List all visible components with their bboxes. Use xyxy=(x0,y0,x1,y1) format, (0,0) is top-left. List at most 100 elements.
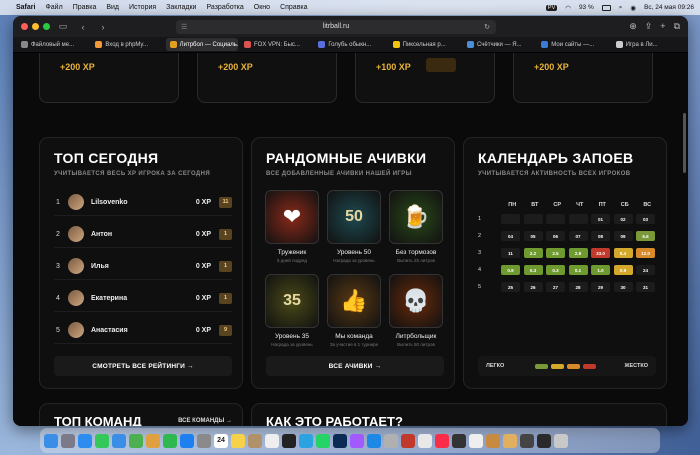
minimize-window-button[interactable] xyxy=(32,23,39,30)
calendar-day-cell[interactable]: 2.2 xyxy=(523,248,543,258)
calendar-day-cell[interactable]: 2.5 xyxy=(546,248,565,258)
calendar-day-cell[interactable]: 29 xyxy=(591,282,610,292)
contacts-icon[interactable] xyxy=(248,433,262,448)
all-teams-link[interactable]: ВСЕ КОМАНДЫ → xyxy=(178,418,232,424)
photoshop-icon[interactable] xyxy=(333,433,347,448)
facetime-icon[interactable] xyxy=(163,433,177,448)
menu-item-view[interactable]: Вид xyxy=(106,4,119,11)
reminders-icon[interactable] xyxy=(265,433,279,448)
menu-item-history[interactable]: История xyxy=(129,4,156,11)
calendar-day-cell[interactable] xyxy=(546,214,565,224)
menu-item-file[interactable]: Файл xyxy=(45,4,62,11)
reload-icon[interactable]: ↻ xyxy=(484,23,490,31)
achievement-card[interactable]: 35 Уровень 35 Награда за уровень xyxy=(264,274,320,347)
browser-tab[interactable]: Голубь обыкн... xyxy=(314,38,386,51)
browser-tab[interactable]: Счётчики — Я... xyxy=(463,38,535,51)
battery-percent[interactable]: 93 % xyxy=(579,4,594,11)
calendar-day-cell[interactable]: 27 xyxy=(546,282,565,292)
trash-icon[interactable] xyxy=(554,433,568,448)
browser-tab[interactable]: Вход в phpMy... xyxy=(91,38,163,51)
ranking-row[interactable]: 3 Илья 0 XP 1 xyxy=(54,253,232,280)
address-bar[interactable]: ☰ litrball.ru ↻ xyxy=(176,19,496,34)
tab-overview-icon[interactable]: ⧉ xyxy=(674,21,680,32)
safari-icon[interactable] xyxy=(78,433,92,448)
menu-item-help[interactable]: Справка xyxy=(280,4,307,11)
appstore-icon[interactable] xyxy=(180,433,194,448)
menu-item-bookmarks[interactable]: Закладки xyxy=(166,4,196,11)
calendar-day-cell[interactable]: 0.3 xyxy=(546,265,565,275)
calendar-day-cell[interactable]: 08 xyxy=(591,231,610,241)
launchpad-icon[interactable] xyxy=(61,433,75,448)
remote-icon[interactable] xyxy=(384,433,398,448)
calendar-day-cell[interactable]: 31 xyxy=(636,282,655,292)
xp-card[interactable]: +100 XP xyxy=(355,53,495,103)
calendar-day-cell[interactable]: 04 xyxy=(501,231,520,241)
scrollbar-thumb[interactable] xyxy=(683,113,686,173)
vscode-icon[interactable] xyxy=(367,433,381,448)
calendar-day-cell[interactable]: 06 xyxy=(546,231,565,241)
mail-icon[interactable] xyxy=(112,433,126,448)
achievement-card[interactable]: 💀 Литрбольщик Выпить 50 литров xyxy=(388,274,444,347)
openai-icon[interactable] xyxy=(469,433,483,448)
browser-tab[interactable]: Файловый ме... xyxy=(17,38,89,51)
chrome-icon[interactable] xyxy=(418,433,432,448)
downloads-icon[interactable]: ⊕ xyxy=(629,21,637,32)
calendar-day-cell[interactable]: 5.4 xyxy=(613,248,633,258)
terminal-icon[interactable] xyxy=(282,433,296,448)
xp-card[interactable]: +200 XP xyxy=(513,53,653,103)
back-icon[interactable]: ‹ xyxy=(76,22,90,32)
calendar-day-cell[interactable]: 01 xyxy=(591,214,610,224)
browser-tab[interactable]: Мои сайты —... xyxy=(537,38,609,51)
calendar-day-cell[interactable]: 0.9 xyxy=(501,265,520,275)
wifi-icon[interactable]: ◠ xyxy=(565,4,571,12)
notes-icon[interactable] xyxy=(231,433,245,448)
view-all-ratings-button[interactable]: СМОТРЕТЬ ВСЕ РЕЙТИНГИ → xyxy=(54,356,232,376)
whatsapp-icon[interactable] xyxy=(316,433,330,448)
calendar-day-cell[interactable]: 0.3 xyxy=(523,265,543,275)
messages-icon[interactable] xyxy=(95,433,109,448)
dog-icon[interactable] xyxy=(503,433,517,448)
ranking-row[interactable]: 1 Lilsovenko 0 XP 11 xyxy=(54,189,232,216)
calendar-day-cell[interactable]: 0.1 xyxy=(568,265,588,275)
sidebar-toggle-icon[interactable]: ▭ xyxy=(56,21,70,32)
telegram-icon[interactable] xyxy=(299,433,313,448)
calendar-day-cell[interactable]: 33.0 xyxy=(591,248,610,258)
calendar-day-cell[interactable]: 1.0 xyxy=(591,265,610,275)
calendar-day-cell[interactable] xyxy=(501,214,520,224)
calendar-day-cell[interactable]: 0.9 xyxy=(613,265,633,275)
calendar-day-cell[interactable]: 24 xyxy=(636,265,655,275)
calendar-day-cell[interactable]: 07 xyxy=(568,231,588,241)
photos-icon[interactable] xyxy=(146,433,160,448)
calendar-day-cell[interactable]: 30 xyxy=(613,282,633,292)
achievement-card[interactable]: 50 Уровень 50 Награда за уровень xyxy=(326,190,382,263)
new-tab-icon[interactable]: + xyxy=(660,21,665,32)
control-center-icon[interactable]: ◉ xyxy=(630,4,636,12)
music-icon[interactable] xyxy=(435,433,449,448)
achievement-card[interactable]: ❤ Труженик 5 дней подряд xyxy=(264,190,320,263)
browser-tab[interactable]: Пиксельная р... xyxy=(389,38,461,51)
calendar-day-cell[interactable]: 09 xyxy=(613,231,633,241)
menu-item-window[interactable]: Окно xyxy=(254,4,270,11)
close-window-button[interactable] xyxy=(21,23,28,30)
forward-icon[interactable]: › xyxy=(96,22,110,32)
xp-card[interactable]: +200 XP xyxy=(39,53,179,103)
battery-icon[interactable] xyxy=(601,4,611,11)
calendar-day-cell[interactable]: 03 xyxy=(636,214,655,224)
calendar-day-cell[interactable]: 26 xyxy=(523,282,543,292)
finder-icon[interactable] xyxy=(44,433,58,448)
achievement-card[interactable]: 🍺 Без тормозов Выпить 25 литров xyxy=(388,190,444,263)
calendar-day-cell[interactable]: 02 xyxy=(613,214,633,224)
calendar-day-cell[interactable]: 11 xyxy=(501,248,520,258)
menu-item-edit[interactable]: Правка xyxy=(73,4,97,11)
zoom-window-button[interactable] xyxy=(43,23,50,30)
litrball-icon[interactable] xyxy=(537,433,551,448)
ranking-row[interactable]: 5 Анастасия 0 XP 9 xyxy=(54,317,232,344)
browser-tab[interactable]: Игра в Ли... xyxy=(612,38,684,51)
browser-tab[interactable]: FOX VPN: Быс... xyxy=(240,38,312,51)
calendar-day-cell[interactable]: 28 xyxy=(568,282,588,292)
calendar-day-cell[interactable] xyxy=(568,214,588,224)
filezilla-icon[interactable] xyxy=(401,433,415,448)
calendar-day-cell[interactable]: 05 xyxy=(523,231,543,241)
figma-icon[interactable] xyxy=(350,433,364,448)
xp-card[interactable]: +200 XP xyxy=(197,53,337,103)
